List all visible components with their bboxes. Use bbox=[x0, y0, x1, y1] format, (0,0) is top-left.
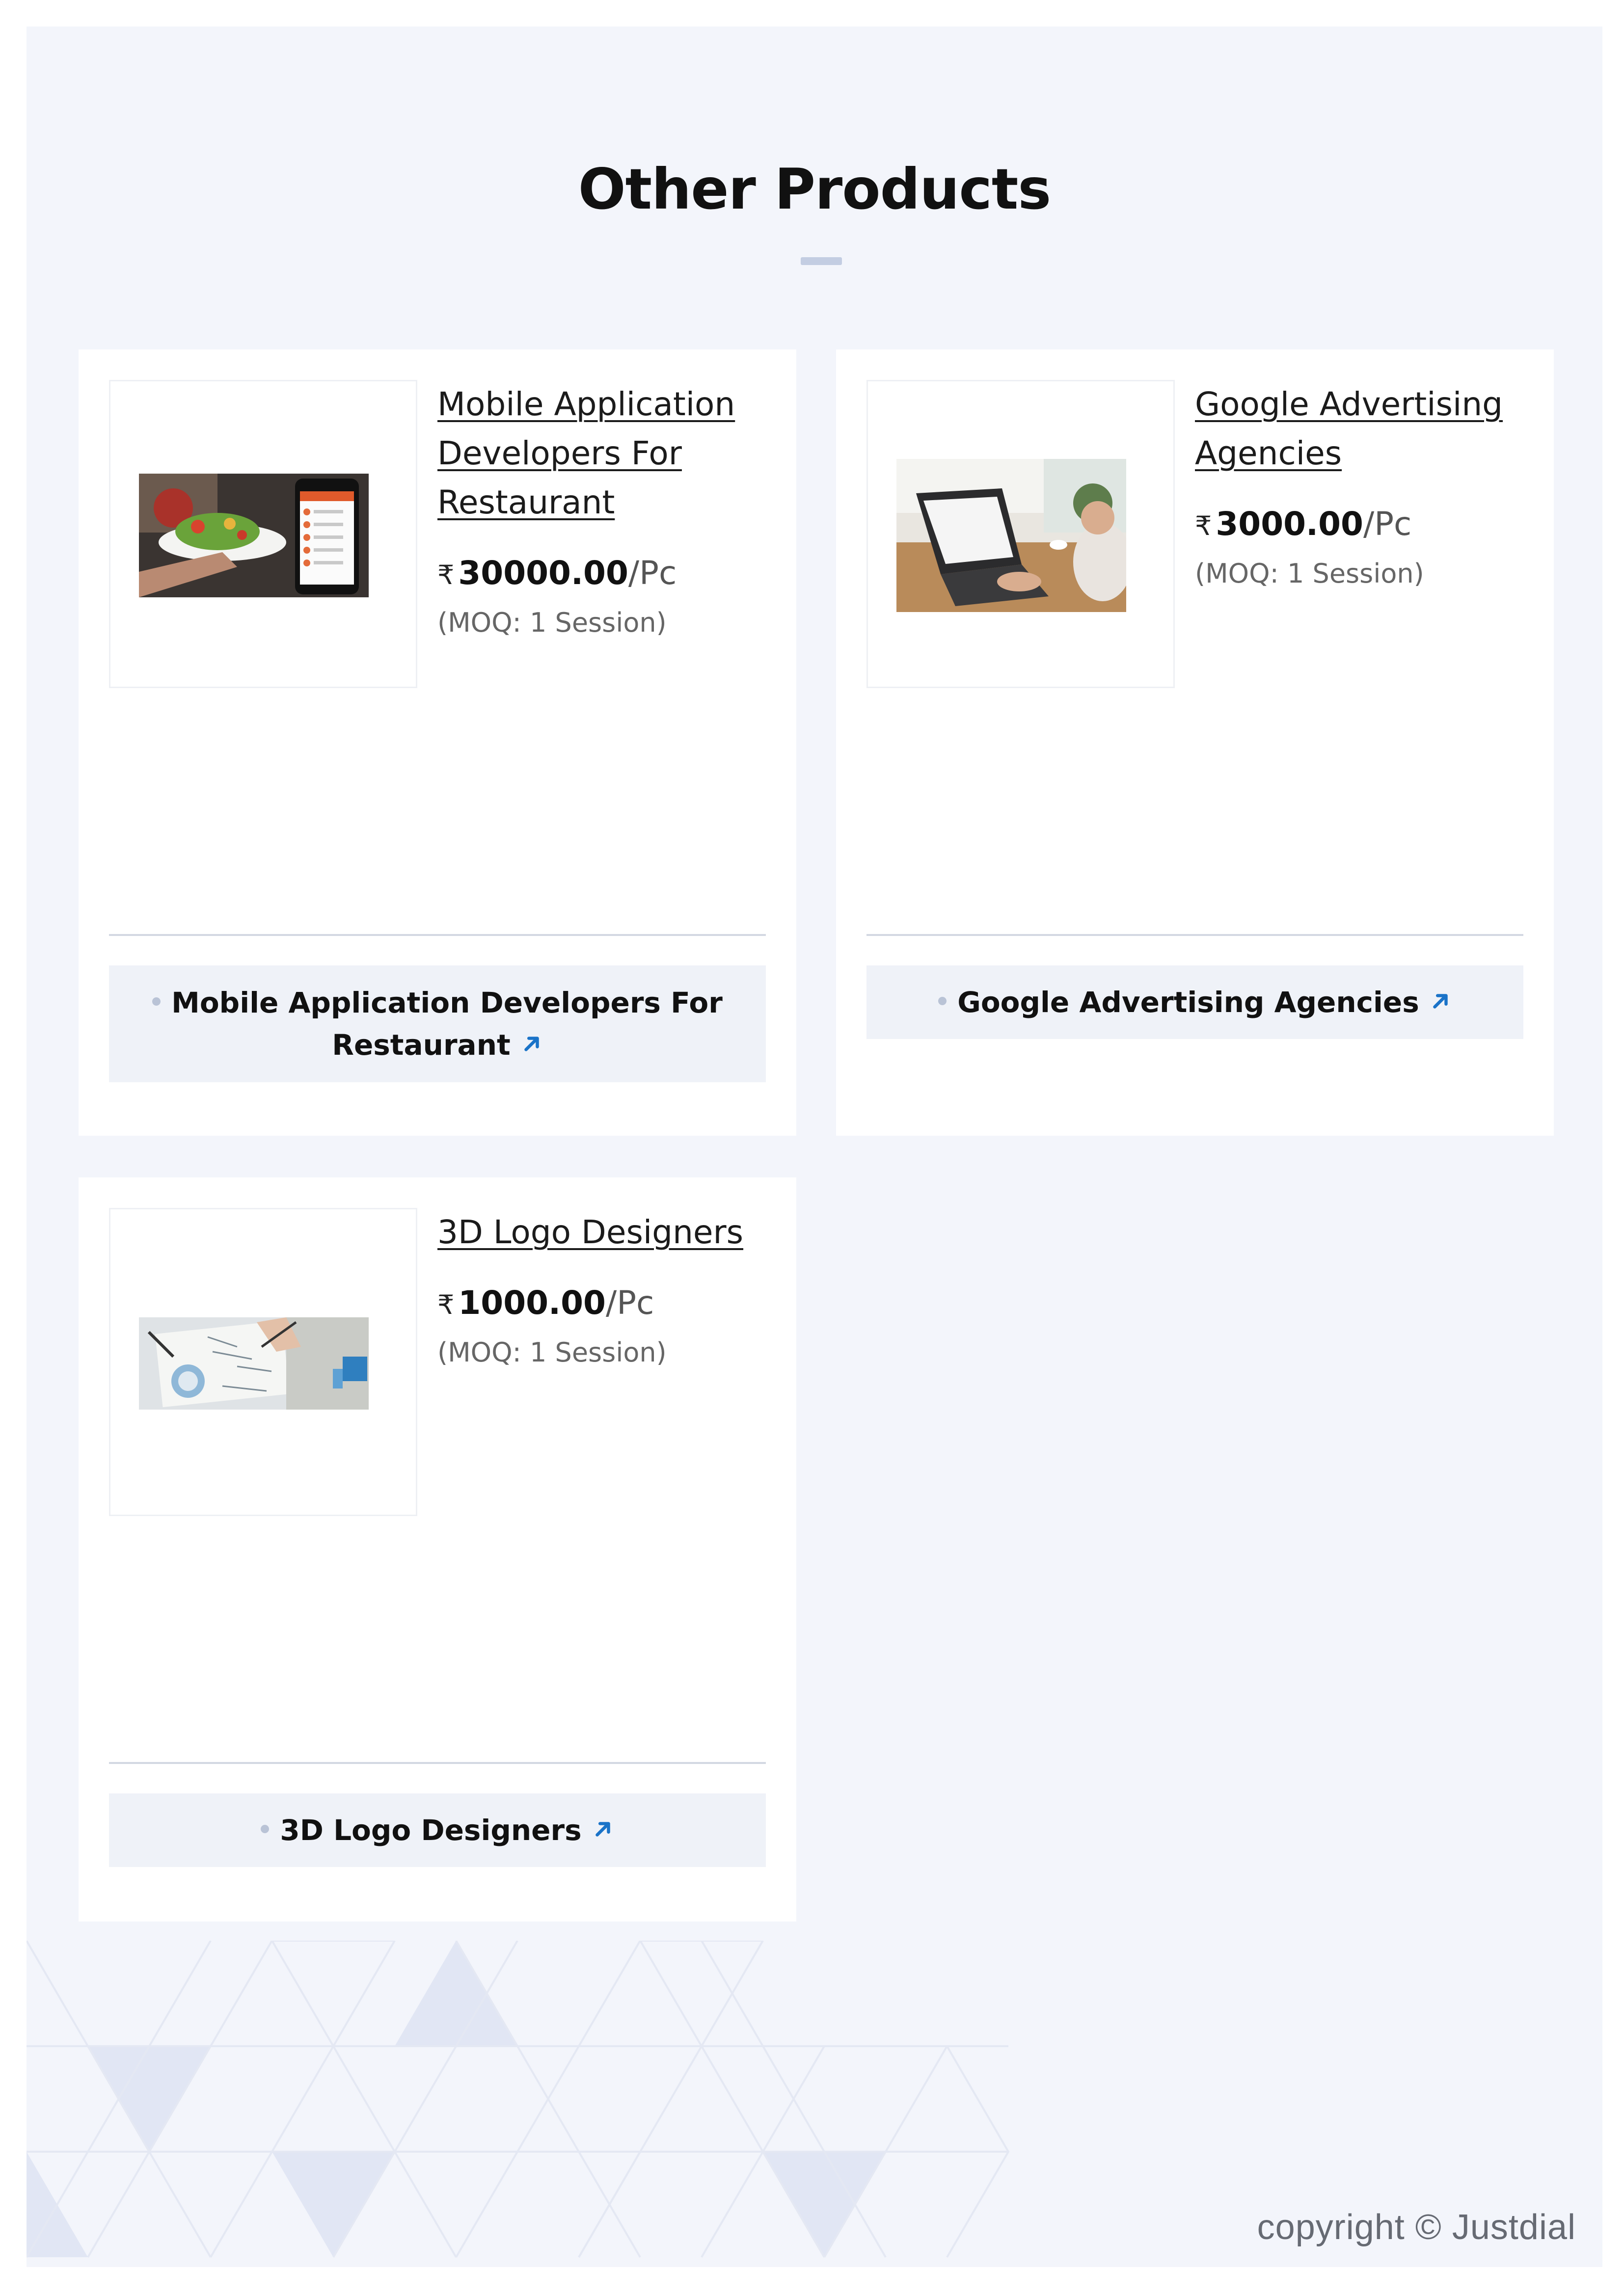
product-tag-link[interactable]: 3D Logo Designers bbox=[109, 1793, 766, 1867]
external-arrow-icon bbox=[595, 1822, 610, 1837]
bullet-icon bbox=[261, 1825, 270, 1834]
design-sketch-photo-icon bbox=[139, 1317, 369, 1410]
product-image[interactable] bbox=[866, 380, 1175, 688]
page: Other Products Mobile Application Develo… bbox=[27, 27, 1602, 2267]
product-card: Google Advertising Agencies ₹3000.00/Pc … bbox=[836, 349, 1554, 1136]
tag-label: 3D Logo Designers bbox=[280, 1814, 582, 1847]
price-value: 3000.00 bbox=[1216, 505, 1363, 543]
rupee-icon: ₹ bbox=[437, 1289, 455, 1320]
title-underline bbox=[801, 257, 842, 265]
product-tag-link[interactable]: Mobile Application Developers For Restau… bbox=[109, 965, 766, 1082]
rupee-icon: ₹ bbox=[437, 560, 455, 590]
product-price: ₹3000.00/Pc bbox=[1195, 505, 1529, 546]
external-arrow-icon bbox=[1433, 994, 1448, 1009]
price-value: 30000.00 bbox=[458, 554, 628, 592]
product-moq: (MOQ: 1 Session) bbox=[437, 1337, 667, 1368]
tag-label: Google Advertising Agencies bbox=[957, 986, 1419, 1019]
rupee-icon: ₹ bbox=[1195, 510, 1212, 541]
price-unit: /Pc bbox=[605, 1284, 654, 1322]
product-card: 3D Logo Designers ₹1000.00/Pc (MOQ: 1 Se… bbox=[79, 1177, 796, 1922]
product-info: Mobile Application Developers For Restau… bbox=[437, 380, 771, 640]
tag-label: Mobile Application Developers For Restau… bbox=[171, 986, 723, 1062]
product-moq: (MOQ: 1 Session) bbox=[1195, 558, 1424, 589]
price-value: 1000.00 bbox=[458, 1284, 606, 1322]
product-card: Mobile Application Developers For Restau… bbox=[79, 349, 796, 1136]
external-arrow-icon bbox=[524, 1037, 539, 1051]
card-divider bbox=[866, 934, 1523, 936]
price-unit: /Pc bbox=[1363, 505, 1412, 543]
product-tag-link[interactable]: Google Advertising Agencies bbox=[866, 965, 1523, 1039]
card-divider bbox=[109, 1762, 766, 1764]
price-unit: /Pc bbox=[628, 554, 677, 592]
section-title: Other Products bbox=[578, 157, 1052, 222]
copyright-text: copyright © Justdial bbox=[1257, 2208, 1576, 2247]
product-image[interactable] bbox=[109, 1208, 417, 1516]
laptop-photo-icon bbox=[896, 459, 1126, 612]
product-name-link[interactable]: Mobile Application Developers For Restau… bbox=[437, 380, 771, 527]
food-app-photo-icon bbox=[139, 474, 369, 597]
product-price: ₹1000.00/Pc bbox=[437, 1283, 771, 1325]
product-name-link[interactable]: 3D Logo Designers bbox=[437, 1208, 771, 1257]
card-divider bbox=[109, 934, 766, 936]
product-moq: (MOQ: 1 Session) bbox=[437, 607, 667, 638]
bullet-icon bbox=[152, 997, 161, 1006]
product-name-link[interactable]: Google Advertising Agencies bbox=[1195, 380, 1529, 478]
bullet-icon bbox=[938, 997, 947, 1006]
product-price: ₹30000.00/Pc bbox=[437, 554, 771, 595]
product-image[interactable] bbox=[109, 380, 417, 688]
product-info: 3D Logo Designers ₹1000.00/Pc (MOQ: 1 Se… bbox=[437, 1208, 771, 1370]
product-info: Google Advertising Agencies ₹3000.00/Pc … bbox=[1195, 380, 1529, 591]
triangle-pattern-background bbox=[27, 1941, 1010, 2258]
